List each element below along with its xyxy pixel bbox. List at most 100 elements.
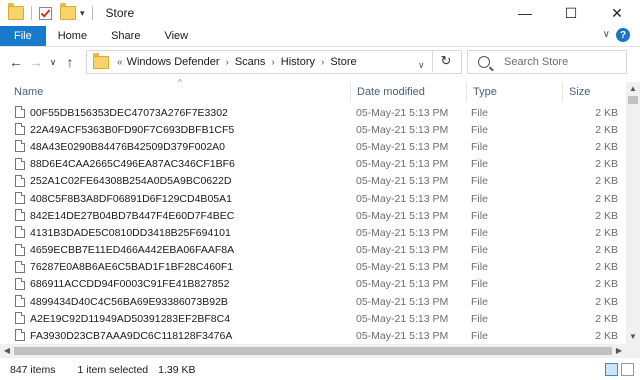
file-date-modified: 05-May-21 5:13 PM: [356, 158, 449, 171]
file-date-modified: 05-May-21 5:13 PM: [356, 209, 449, 222]
file-date-modified: 05-May-21 5:13 PM: [356, 295, 449, 308]
file-date-modified: 05-May-21 5:13 PM: [356, 226, 449, 239]
item-count: 847 items: [10, 364, 56, 376]
column-header-date-modified[interactable]: Date modified: [350, 82, 466, 102]
file-row[interactable]: 842E14DE27B04BD7B447F4E60D7F4BEC 05-May-2…: [0, 207, 626, 224]
large-icons-view-icon[interactable]: [621, 363, 634, 376]
tab-share[interactable]: Share: [99, 26, 152, 46]
scroll-thumb[interactable]: [628, 96, 638, 104]
chevron-right-icon[interactable]: ›: [271, 57, 274, 68]
close-button[interactable]: ✕: [594, 0, 640, 26]
minimize-button[interactable]: —: [502, 0, 548, 26]
scroll-right-icon[interactable]: ▶: [612, 344, 626, 358]
file-row[interactable]: 88D6E4CAA2665C496EA87AC346CF1BF6 05-May-2…: [0, 156, 626, 173]
refresh-button[interactable]: ↻: [432, 50, 459, 72]
scroll-up-icon[interactable]: ▲: [626, 82, 640, 96]
file-row[interactable]: 76287E0A8B6AE6C5BAD1F1BF28C460F1 05-May-2…: [0, 259, 626, 276]
file-type: File: [471, 175, 488, 188]
breadcrumb-history[interactable]: History: [281, 56, 315, 68]
file-size: 2 KB: [595, 226, 618, 239]
file-icon: [15, 260, 25, 273]
column-header-label: Type: [473, 86, 497, 98]
search-box[interactable]: Search Store: [467, 50, 627, 74]
file-row[interactable]: A2E19C92D11949AD50391283EF2BF8C4 05-May-2…: [0, 310, 626, 327]
vertical-scrollbar[interactable]: ▲ ▼: [626, 82, 640, 344]
breadcrumb-store[interactable]: Store: [330, 56, 356, 68]
recent-locations-icon[interactable]: ∨: [46, 57, 60, 68]
tab-home[interactable]: Home: [46, 26, 99, 46]
file-name: 88D6E4CAA2665C496EA87AC346CF1BF6: [30, 158, 235, 171]
file-row[interactable]: 686911ACCDD94F0003C91FE41B827852 05-May-2…: [0, 276, 626, 293]
file-icon: [15, 106, 25, 118]
file-type: File: [471, 192, 488, 205]
up-button[interactable]: ↑: [60, 54, 80, 70]
file-row[interactable]: 22A49ACF5363B0FD90F7C693DBFB1CF5 05-May-2…: [0, 121, 626, 138]
help-icon[interactable]: ?: [616, 28, 630, 42]
file-type: File: [471, 226, 488, 239]
file-date-modified: 05-May-21 5:13 PM: [356, 261, 449, 274]
scroll-left-icon[interactable]: ◀: [0, 344, 14, 358]
file-icon: [15, 295, 25, 308]
window-title: Store: [105, 6, 135, 20]
back-button[interactable]: ←: [6, 54, 26, 70]
tab-file[interactable]: File: [0, 26, 46, 46]
properties-icon[interactable]: [39, 6, 52, 20]
column-header-name[interactable]: Name ^: [8, 78, 348, 102]
file-row[interactable]: 4131B3DADE5C0810DD3418B25F694101 05-May-2…: [0, 224, 626, 241]
column-header-label: Size: [569, 86, 591, 98]
file-type: File: [471, 106, 488, 119]
horizontal-scrollbar[interactable]: ◀ ▶: [0, 344, 626, 358]
chevron-right-icon[interactable]: ›: [226, 57, 229, 68]
column-header-label: Name: [14, 86, 44, 98]
column-header-type[interactable]: Type: [466, 82, 562, 102]
quick-access-toolbar: ▾: [8, 3, 96, 20]
chevron-right-icon[interactable]: ›: [321, 57, 324, 68]
folder-icon[interactable]: [8, 3, 24, 20]
title-bar: ▾ Store — ☐ ✕: [0, 0, 640, 26]
file-type: File: [471, 295, 488, 308]
file-date-modified: 05-May-21 5:13 PM: [356, 123, 449, 136]
file-row[interactable]: 4899434D40C4C56BA69E93386073B92B 05-May-2…: [0, 293, 626, 310]
tab-view[interactable]: View: [152, 26, 200, 46]
file-name: 00F55DB156353DEC47073A276F7E3302: [30, 106, 228, 119]
new-folder-icon[interactable]: [60, 3, 76, 20]
file-icon: [15, 174, 25, 187]
overflow-chevron-icon[interactable]: «: [117, 57, 123, 68]
breadcrumb-windows-defender[interactable]: Windows Defender: [127, 56, 220, 68]
file-type: File: [471, 278, 488, 291]
address-bar[interactable]: « Windows Defender › Scans › History › S…: [86, 50, 462, 74]
file-size: 2 KB: [595, 295, 618, 308]
divider: [91, 6, 93, 20]
scroll-thumb[interactable]: [14, 347, 612, 355]
file-row[interactable]: 252A1C02FE64308B254A0D5A9BC0622D 05-May-2…: [0, 173, 626, 190]
file-row[interactable]: FA3930D23CB7AAA9DC6C118128F3476A 05-May-2…: [0, 327, 626, 344]
file-icon: [15, 191, 25, 204]
file-name: 4131B3DADE5C0810DD3418B25F694101: [30, 226, 231, 239]
search-input[interactable]: Search Store: [504, 56, 568, 68]
file-size: 2 KB: [595, 209, 618, 222]
breadcrumb-scans[interactable]: Scans: [235, 56, 266, 68]
file-size: 2 KB: [595, 244, 618, 257]
file-row[interactable]: 48A43E0290B84476B42509D379F002A0 05-May-2…: [0, 138, 626, 155]
file-size: 2 KB: [595, 140, 618, 153]
file-row[interactable]: 408C5F8B3A8DF06891D6F129CD4B05A1 05-May-2…: [0, 190, 626, 207]
file-row[interactable]: 4659ECBB7E11ED466A442EBA06FAAF8A 05-May-2…: [0, 242, 626, 259]
maximize-button[interactable]: ☐: [548, 0, 594, 26]
search-icon: [478, 56, 490, 68]
file-name: 4659ECBB7E11ED466A442EBA06FAAF8A: [30, 244, 235, 257]
forward-button[interactable]: →: [26, 54, 46, 70]
column-header-size[interactable]: Size: [562, 82, 626, 102]
file-row[interactable]: 00F55DB156353DEC47073A276F7E3302 05-May-2…: [0, 104, 626, 121]
file-name: 842E14DE27B04BD7B447F4E60D7F4BEC: [30, 209, 235, 222]
file-size: 2 KB: [595, 261, 618, 274]
file-type: File: [471, 261, 488, 274]
file-type: File: [471, 123, 488, 136]
folder-icon: [93, 52, 109, 69]
expand-ribbon-icon[interactable]: ∨: [603, 29, 610, 40]
file-date-modified: 05-May-21 5:13 PM: [356, 140, 449, 153]
file-size: 2 KB: [595, 192, 618, 205]
details-view-icon[interactable]: [605, 363, 618, 376]
scroll-down-icon[interactable]: ▼: [626, 330, 640, 344]
file-type: File: [471, 244, 488, 257]
customize-toolbar-icon[interactable]: ▾: [80, 8, 85, 19]
